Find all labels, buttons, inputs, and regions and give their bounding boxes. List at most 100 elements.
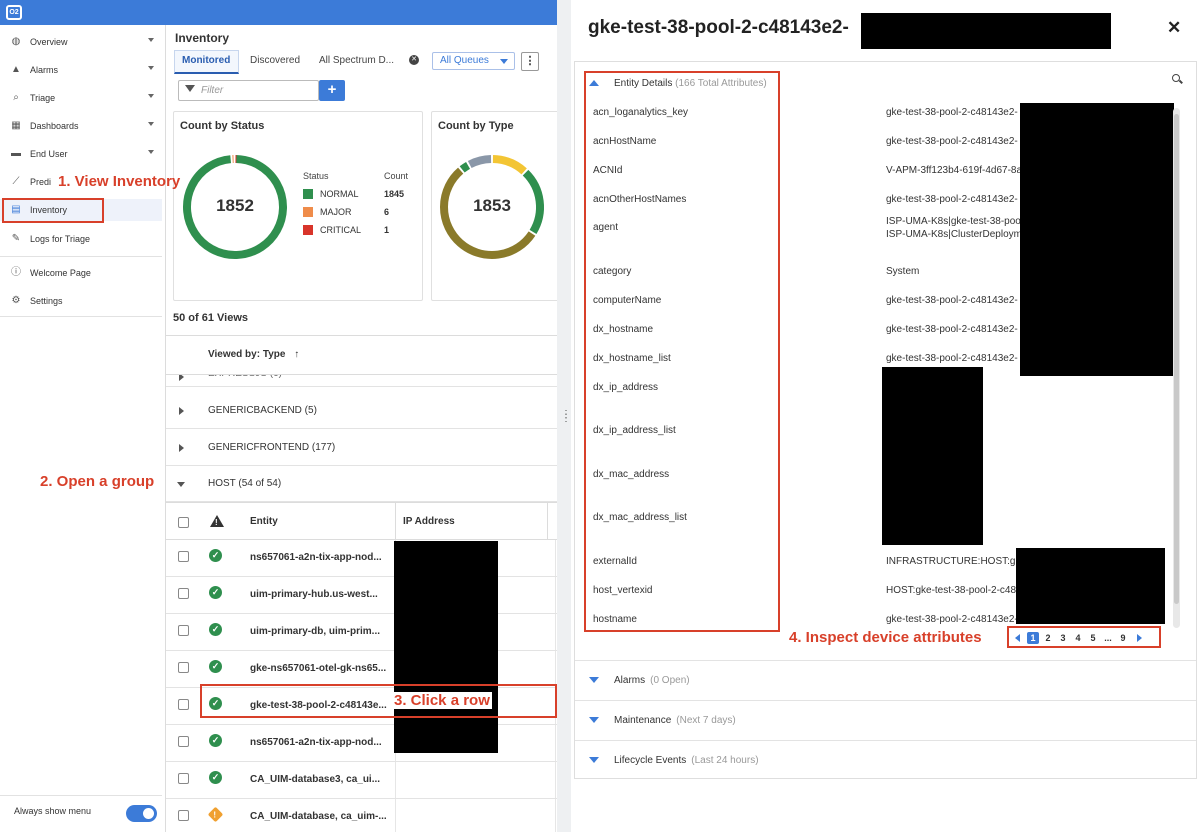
search-icon[interactable] bbox=[1172, 74, 1180, 82]
type-donut-segment-0[interactable] bbox=[492, 155, 527, 175]
chevron-down-icon[interactable] bbox=[148, 122, 154, 126]
count-by-type-card[interactable]: Count by Type 1853 bbox=[431, 111, 561, 301]
warning-status-icon: ! bbox=[207, 806, 224, 823]
tab-discovered[interactable]: Discovered bbox=[250, 55, 300, 66]
row-checkbox[interactable] bbox=[178, 699, 189, 710]
panel-resize-handle[interactable]: ⋮⋮⋮⋮ bbox=[557, 0, 581, 832]
row-checkbox[interactable] bbox=[178, 773, 189, 784]
close-icon[interactable]: ✕ bbox=[1167, 18, 1181, 38]
group-row[interactable]: GENERICFRONTEND (177) bbox=[166, 429, 557, 466]
divider bbox=[166, 335, 557, 336]
tab-all-spectrum[interactable]: All Spectrum D... bbox=[319, 55, 394, 66]
sidebar-item-triage[interactable]: ⌕ Triage bbox=[0, 87, 162, 109]
attribute-value: gke-test-38-pool-2-c48143e2- bbox=[886, 295, 1018, 306]
ok-status-icon: ✓ bbox=[209, 623, 222, 636]
redacted-values bbox=[1020, 103, 1174, 376]
row-checkbox[interactable] bbox=[178, 551, 189, 562]
section-title: Lifecycle Events bbox=[614, 755, 687, 766]
app-logo[interactable]: O2 bbox=[6, 5, 22, 20]
close-tab-icon[interactable]: ✕ bbox=[409, 55, 419, 65]
table-row[interactable]: ✓ ns657061-a2n-tix-app-nod... bbox=[166, 540, 557, 577]
section-maintenance[interactable]: Maintenance (Next 7 days) bbox=[575, 700, 1196, 739]
tab-monitored[interactable]: Monitored bbox=[182, 55, 230, 66]
row-checkbox[interactable] bbox=[178, 736, 189, 747]
more-options-button[interactable]: ⋮ bbox=[521, 52, 539, 71]
viewed-by-header[interactable]: Viewed by: Type ↑ bbox=[208, 349, 299, 360]
sidebar-item-label: Dashboards bbox=[30, 121, 79, 131]
attribute-scrollbar[interactable] bbox=[1173, 108, 1180, 628]
legend-swatch-major bbox=[303, 207, 313, 217]
filter-input[interactable]: Filter bbox=[178, 80, 319, 101]
info-icon: ⓘ bbox=[11, 267, 21, 278]
table-row[interactable]: ✓ gke-ns657061-otel-gk-ns65... bbox=[166, 651, 557, 688]
expand-icon[interactable] bbox=[589, 757, 599, 763]
entity-name[interactable]: uim-primary-db, uim-prim... bbox=[250, 626, 380, 637]
type-donut-segment-3[interactable] bbox=[459, 161, 471, 173]
section-subtitle: (Last 24 hours) bbox=[691, 755, 759, 766]
group-row[interactable]: GENERICBACKEND (5) bbox=[166, 392, 557, 429]
section-alarms[interactable]: Alarms (0 Open) bbox=[575, 660, 1196, 699]
table-row[interactable]: ✓ uim-primary-db, uim-prim... bbox=[166, 614, 557, 651]
ok-status-icon: ✓ bbox=[209, 771, 222, 784]
chevron-right-icon[interactable] bbox=[179, 444, 184, 452]
sidebar-item-alarms[interactable]: ▲ Alarms bbox=[0, 59, 162, 81]
chevron-down-icon[interactable] bbox=[148, 38, 154, 42]
sidebar-divider bbox=[0, 316, 162, 317]
viewed-by-label: Viewed by: Type bbox=[208, 349, 286, 360]
row-checkbox[interactable] bbox=[178, 625, 189, 636]
chevron-right-icon[interactable] bbox=[179, 407, 184, 415]
redacted-values bbox=[1016, 548, 1165, 624]
logs-icon: ✎ bbox=[11, 233, 21, 244]
entity-name[interactable]: ns657061-a2n-tix-app-nod... bbox=[250, 737, 382, 748]
table-row[interactable]: ! CA_UIM-database, ca_uim-... bbox=[166, 799, 557, 832]
redacted-ip-block bbox=[394, 541, 498, 753]
sidebar-item-logs-for-triage[interactable]: ✎ Logs for Triage bbox=[0, 228, 162, 250]
app-root: ◍ Overview ▲ Alarms ⌕ Triage ▦ Dashboards ▬ End U… bbox=[0, 0, 1200, 832]
legend-swatch-normal bbox=[303, 189, 313, 199]
type-donut-segment-1[interactable] bbox=[522, 169, 544, 234]
sidebar-item-label: Overview bbox=[30, 37, 68, 47]
chevron-down-icon[interactable] bbox=[177, 482, 185, 487]
select-all-checkbox[interactable] bbox=[178, 517, 189, 528]
entity-name[interactable]: CA_UIM-database3, ca_ui... bbox=[250, 774, 380, 785]
section-lifecycle-events[interactable]: Lifecycle Events (Last 24 hours) bbox=[575, 740, 1196, 779]
always-show-menu-toggle[interactable] bbox=[126, 805, 157, 822]
group-row[interactable]: EXPRESSJS (6) bbox=[166, 375, 557, 387]
sidebar-item-dashboards[interactable]: ▦ Dashboards bbox=[0, 115, 162, 137]
chevron-right-icon[interactable] bbox=[179, 375, 184, 381]
chevron-down-icon[interactable] bbox=[148, 150, 154, 154]
annotation-step-1: 1. View Inventory bbox=[58, 173, 181, 190]
table-row[interactable]: ✓ uim-primary-hub.us-west... bbox=[166, 577, 557, 614]
row-checkbox[interactable] bbox=[178, 588, 189, 599]
sidebar-item-end-user[interactable]: ▬ End User bbox=[0, 143, 162, 165]
chevron-down-icon[interactable] bbox=[148, 66, 154, 70]
expand-icon[interactable] bbox=[589, 717, 599, 723]
column-header-ip-address[interactable]: IP Address bbox=[403, 516, 455, 527]
expand-icon[interactable] bbox=[589, 677, 599, 683]
queue-select[interactable]: All Queues bbox=[432, 52, 515, 70]
attribute-value: INFRASTRUCTURE:HOST:gke- bbox=[886, 556, 1026, 567]
sort-ascending-icon[interactable]: ↑ bbox=[294, 349, 299, 360]
sidebar-item-welcome-page[interactable]: ⓘ Welcome Page bbox=[0, 262, 162, 284]
entity-name[interactable]: gke-ns657061-otel-gk-ns65... bbox=[250, 663, 386, 674]
entity-name[interactable]: uim-primary-hub.us-west... bbox=[250, 589, 378, 600]
ok-status-icon: ✓ bbox=[209, 586, 222, 599]
sidebar-item-settings[interactable]: ⚙ Settings bbox=[0, 290, 162, 312]
sidebar-item-overview[interactable]: ◍ Overview bbox=[0, 31, 162, 53]
row-checkbox[interactable] bbox=[178, 810, 189, 821]
count-by-status-card[interactable]: Count by Status 1852 Status Count NORMAL… bbox=[173, 111, 423, 301]
group-row[interactable]: HOST (54 of 54) bbox=[166, 465, 557, 502]
attribute-value: V-APM-3ff123b4-619f-4d67-8a bbox=[886, 165, 1023, 176]
row-checkbox[interactable] bbox=[178, 662, 189, 673]
type-donut-segment-4[interactable] bbox=[467, 155, 492, 169]
column-header-entity[interactable]: Entity bbox=[250, 516, 278, 527]
add-filter-button[interactable]: + bbox=[319, 80, 345, 101]
entity-name[interactable]: CA_UIM-database, ca_uim-... bbox=[250, 811, 387, 822]
entity-name[interactable]: ns657061-a2n-tix-app-nod... bbox=[250, 552, 382, 563]
section-title: Alarms bbox=[614, 675, 646, 686]
table-row[interactable]: ✓ CA_UIM-database3, ca_ui... bbox=[166, 762, 557, 799]
chevron-down-icon[interactable] bbox=[148, 94, 154, 98]
table-row[interactable]: ✓ ns657061-a2n-tix-app-nod... bbox=[166, 725, 557, 762]
sidebar-item-label: Logs for Triage bbox=[30, 234, 91, 244]
annotation-box-row bbox=[200, 684, 557, 718]
